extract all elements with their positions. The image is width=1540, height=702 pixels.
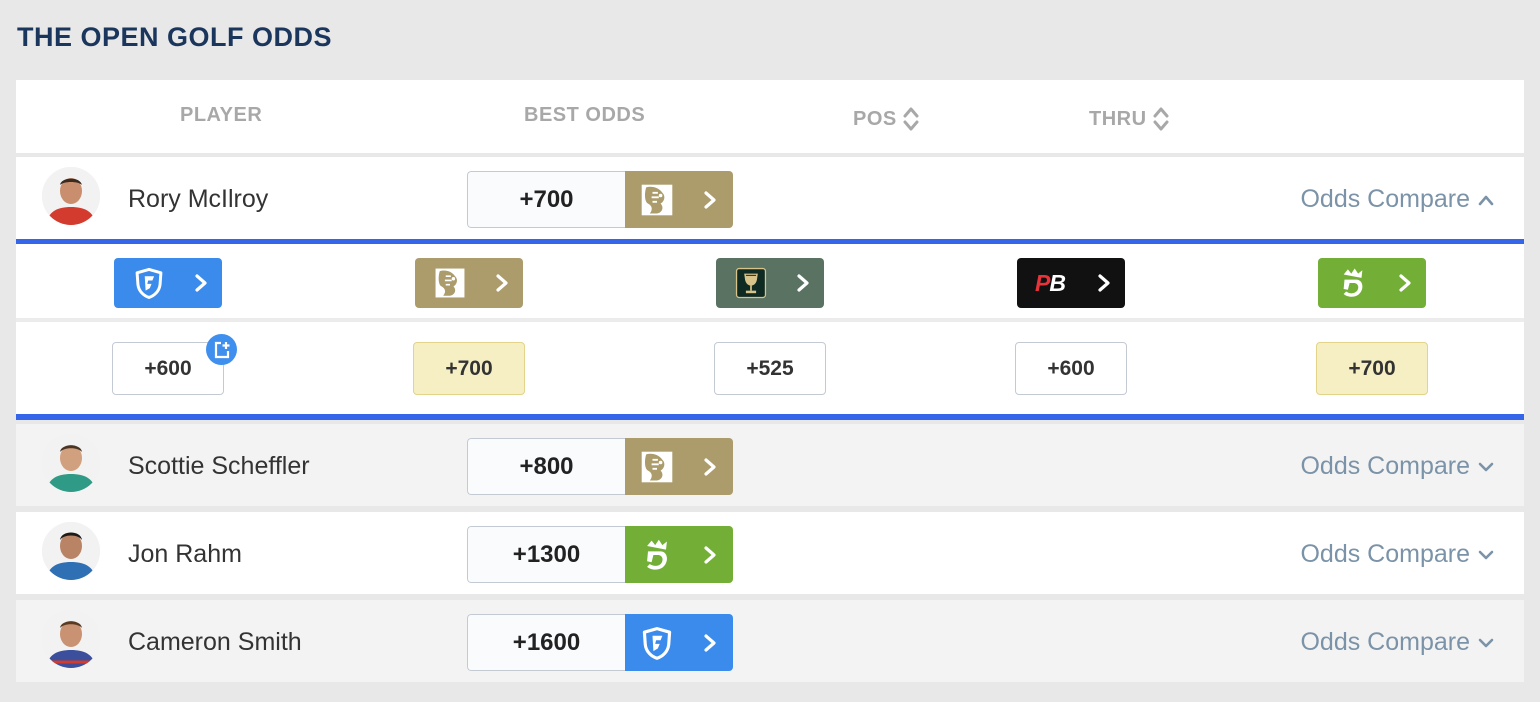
table-row: Scottie Scheffler +800 Odds Compare [16, 424, 1524, 506]
best-odds-value: +1300 [467, 526, 625, 583]
fanduel-tag[interactable] [625, 614, 733, 671]
chevron-right-icon [194, 274, 208, 292]
draftkings-button[interactable] [1318, 258, 1426, 308]
best-odds-value: +800 [467, 438, 625, 495]
chevron-down-icon [1478, 549, 1494, 561]
chevron-right-icon [495, 274, 509, 292]
player-name[interactable]: Scottie Scheffler [128, 452, 310, 481]
caesars-goblet-icon [734, 266, 768, 300]
expand-bottom-border [16, 414, 1524, 420]
betmgm-lion-icon [639, 449, 675, 485]
thru-label: THRU [1089, 107, 1147, 130]
odds-compare-label: Odds Compare [1300, 628, 1470, 656]
player-name[interactable]: Jon Rahm [128, 540, 242, 569]
page-title: THE OPEN GOLF ODDS [17, 22, 333, 52]
chevron-down-icon [1478, 461, 1494, 473]
chevron-right-icon [796, 274, 810, 292]
odds-compare-label: Odds Compare [1300, 452, 1470, 480]
best-odds-button[interactable]: +800 [467, 438, 733, 495]
odds-compare-toggle[interactable]: Odds Compare [1300, 452, 1494, 481]
avatar [42, 434, 100, 492]
column-header-thru[interactable]: THRU [1089, 104, 1169, 134]
draftkings-tag[interactable] [625, 526, 733, 583]
table-header: PLAYER BEST ODDS POS THRU [16, 80, 1524, 153]
draftkings-odds[interactable]: +700 [1316, 342, 1428, 395]
column-header-best-odds: BEST ODDS [524, 104, 646, 126]
chevron-up-icon [1478, 194, 1494, 206]
column-header-player: PLAYER [180, 104, 263, 126]
best-odds-value: +1600 [467, 614, 625, 671]
chevron-right-icon [703, 458, 717, 476]
draftkings-crown-icon [639, 537, 675, 573]
player-name[interactable]: Cameron Smith [128, 628, 302, 657]
betmgm-tag[interactable] [625, 438, 733, 495]
chevron-right-icon [1398, 274, 1412, 292]
caesars-button[interactable] [716, 258, 824, 308]
draftkings-crown-icon [1336, 266, 1370, 300]
betmgm-button[interactable] [415, 258, 523, 308]
odds-compare-panel: PB +600 +700 +525 +600 +700 [16, 244, 1524, 414]
betmgm-odds[interactable]: +700 [413, 342, 525, 395]
odds-compare-toggle[interactable]: Odds Compare [1300, 628, 1494, 657]
odds-compare-label: Odds Compare [1300, 185, 1470, 213]
betmgm-lion-icon [639, 182, 675, 218]
chevron-right-icon [703, 546, 717, 564]
betmgm-lion-icon [433, 266, 467, 300]
pointsbet-odds[interactable]: +600 [1015, 342, 1127, 395]
sort-icon[interactable] [1153, 104, 1169, 134]
add-to-betslip-icon[interactable] [206, 334, 237, 365]
best-odds-button[interactable]: +700 [467, 171, 733, 228]
odds-compare-label: Odds Compare [1300, 540, 1470, 568]
column-header-pos[interactable]: POS [853, 104, 919, 134]
best-odds-button[interactable]: +1600 [467, 614, 733, 671]
sort-icon[interactable] [903, 104, 919, 134]
fanduel-shield-icon [639, 625, 675, 661]
avatar [42, 167, 100, 225]
pointsbet-logo: PB [1035, 269, 1066, 296]
fanduel-button[interactable] [114, 258, 222, 308]
odds-table: PLAYER BEST ODDS POS THRU Rory McIlroy +… [16, 80, 1524, 682]
betmgm-tag[interactable] [625, 171, 733, 228]
pos-label: POS [853, 107, 897, 130]
sportsbook-logos-row: PB [16, 244, 1524, 322]
avatar [42, 610, 100, 668]
chevron-right-icon [703, 191, 717, 209]
sportsbook-odds-row: +600 +700 +525 +600 +700 [16, 322, 1524, 414]
chevron-right-icon [703, 634, 717, 652]
odds-compare-toggle[interactable]: Odds Compare [1300, 540, 1494, 569]
avatar [42, 522, 100, 580]
odds-compare-toggle[interactable]: Odds Compare [1300, 185, 1494, 214]
caesars-odds[interactable]: +525 [714, 342, 826, 395]
fanduel-shield-icon [132, 266, 166, 300]
best-odds-button[interactable]: +1300 [467, 526, 733, 583]
chevron-down-icon [1478, 637, 1494, 649]
table-row: Rory McIlroy +700 Odds Compare [16, 157, 1524, 239]
player-name[interactable]: Rory McIlroy [128, 185, 268, 214]
pointsbet-button[interactable]: PB [1017, 258, 1125, 308]
table-row: Cameron Smith +1600 Odds Compare [16, 600, 1524, 682]
pointsbet-b: B [1049, 269, 1066, 296]
table-row: Jon Rahm +1300 Odds Compare [16, 512, 1524, 594]
best-odds-value: +700 [467, 171, 625, 228]
chevron-right-icon [1097, 274, 1111, 292]
